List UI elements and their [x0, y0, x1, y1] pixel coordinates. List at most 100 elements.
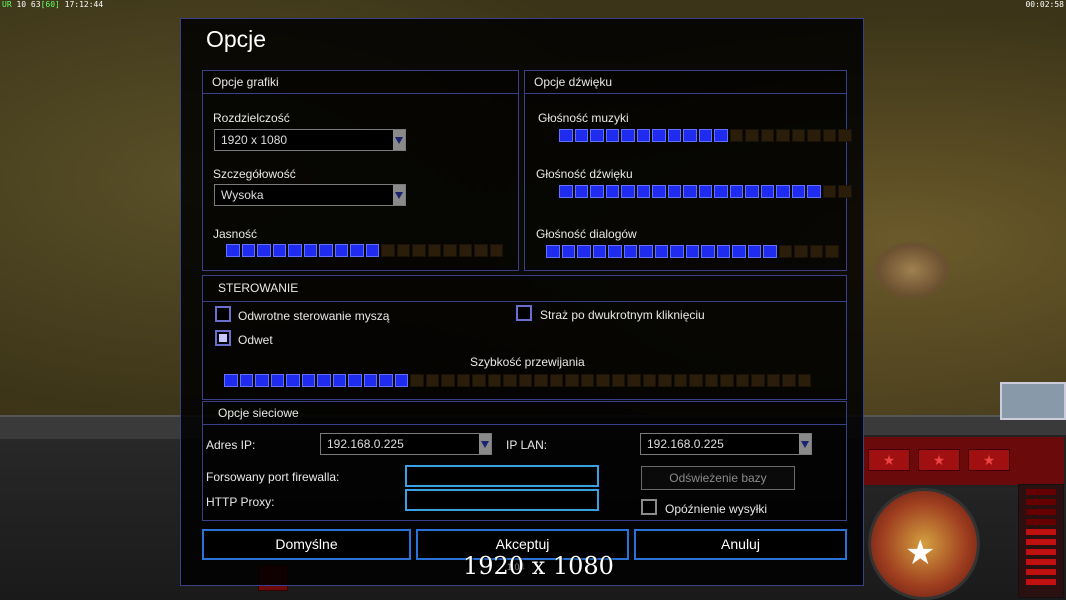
slider-segment[interactable]: [317, 374, 331, 387]
slider-segment[interactable]: [636, 129, 650, 142]
slider-segment[interactable]: [425, 374, 439, 387]
slider-segment[interactable]: [472, 374, 486, 387]
scroll-speed-slider[interactable]: [224, 374, 811, 387]
slider-segment[interactable]: [838, 129, 852, 142]
slider-segment[interactable]: [303, 244, 317, 257]
slider-segment[interactable]: [776, 129, 790, 142]
slider-segment[interactable]: [301, 374, 315, 387]
slider-segment[interactable]: [642, 374, 656, 387]
retaliation-checkbox[interactable]: [215, 330, 231, 346]
slider-segment[interactable]: [546, 245, 560, 258]
defaults-button[interactable]: Domyślne: [202, 529, 411, 560]
music-volume-slider[interactable]: [559, 129, 852, 142]
slider-segment[interactable]: [683, 129, 697, 142]
slider-segment[interactable]: [791, 185, 805, 198]
slider-segment[interactable]: [822, 129, 836, 142]
sfx-volume-slider[interactable]: [559, 185, 852, 198]
firewall-port-input[interactable]: [405, 465, 599, 487]
slider-segment[interactable]: [226, 244, 240, 257]
slider-segment[interactable]: [698, 185, 712, 198]
slider-segment[interactable]: [590, 129, 604, 142]
slider-segment[interactable]: [381, 244, 395, 257]
slider-segment[interactable]: [667, 185, 681, 198]
slider-segment[interactable]: [608, 245, 622, 258]
slider-segment[interactable]: [559, 129, 573, 142]
slider-segment[interactable]: [732, 245, 746, 258]
slider-segment[interactable]: [489, 244, 503, 257]
slider-segment[interactable]: [286, 374, 300, 387]
slider-segment[interactable]: [363, 374, 377, 387]
slider-segment[interactable]: [751, 374, 765, 387]
slider-segment[interactable]: [729, 129, 743, 142]
slider-segment[interactable]: [474, 244, 488, 257]
slider-segment[interactable]: [443, 244, 457, 257]
slider-segment[interactable]: [574, 185, 588, 198]
slider-segment[interactable]: [559, 185, 573, 198]
slider-segment[interactable]: [348, 374, 362, 387]
slider-segment[interactable]: [735, 374, 749, 387]
slider-segment[interactable]: [782, 374, 796, 387]
slider-segment[interactable]: [255, 374, 269, 387]
slider-segment[interactable]: [720, 374, 734, 387]
slider-segment[interactable]: [621, 129, 635, 142]
slider-segment[interactable]: [379, 374, 393, 387]
slider-segment[interactable]: [683, 185, 697, 198]
send-delay-checkbox[interactable]: [641, 499, 657, 515]
slider-segment[interactable]: [729, 185, 743, 198]
slider-segment[interactable]: [288, 244, 302, 257]
slider-segment[interactable]: [797, 374, 811, 387]
slider-segment[interactable]: [503, 374, 517, 387]
slider-segment[interactable]: [549, 374, 563, 387]
slider-segment[interactable]: [766, 374, 780, 387]
slider-segment[interactable]: [458, 244, 472, 257]
slider-segment[interactable]: [611, 374, 625, 387]
slider-segment[interactable]: [654, 245, 668, 258]
slider-segment[interactable]: [257, 244, 271, 257]
brightness-slider[interactable]: [226, 244, 503, 257]
slider-segment[interactable]: [714, 185, 728, 198]
dialog-volume-slider[interactable]: [546, 245, 839, 258]
slider-segment[interactable]: [704, 374, 718, 387]
chevron-down-icon[interactable]: [393, 185, 405, 205]
slider-segment[interactable]: [745, 185, 759, 198]
slider-segment[interactable]: [518, 374, 532, 387]
slider-segment[interactable]: [394, 374, 408, 387]
slider-segment[interactable]: [809, 245, 823, 258]
slider-segment[interactable]: [456, 374, 470, 387]
slider-segment[interactable]: [701, 245, 715, 258]
slider-segment[interactable]: [807, 129, 821, 142]
chevron-down-icon[interactable]: [393, 130, 405, 150]
slider-segment[interactable]: [776, 185, 790, 198]
slider-segment[interactable]: [714, 129, 728, 142]
slider-segment[interactable]: [689, 374, 703, 387]
slider-segment[interactable]: [427, 244, 441, 257]
slider-segment[interactable]: [716, 245, 730, 258]
refresh-database-button[interactable]: Odświeżenie bazy: [641, 466, 795, 490]
slider-segment[interactable]: [760, 129, 774, 142]
slider-segment[interactable]: [332, 374, 346, 387]
slider-segment[interactable]: [441, 374, 455, 387]
slider-segment[interactable]: [592, 245, 606, 258]
slider-segment[interactable]: [580, 374, 594, 387]
chevron-down-icon[interactable]: [479, 434, 491, 454]
slider-segment[interactable]: [825, 245, 839, 258]
lan-ip-dropdown[interactable]: 192.168.0.225: [640, 433, 812, 455]
slider-segment[interactable]: [667, 129, 681, 142]
slider-segment[interactable]: [487, 374, 501, 387]
slider-segment[interactable]: [396, 244, 410, 257]
slider-segment[interactable]: [224, 374, 238, 387]
slider-segment[interactable]: [673, 374, 687, 387]
slider-segment[interactable]: [791, 129, 805, 142]
slider-segment[interactable]: [778, 245, 792, 258]
slider-segment[interactable]: [350, 244, 364, 257]
guard-doubleclick-checkbox[interactable]: [516, 305, 532, 321]
detail-dropdown[interactable]: Wysoka: [214, 184, 406, 206]
http-proxy-input[interactable]: [405, 489, 599, 511]
slider-segment[interactable]: [412, 244, 426, 257]
slider-segment[interactable]: [241, 244, 255, 257]
slider-segment[interactable]: [561, 245, 575, 258]
slider-segment[interactable]: [639, 245, 653, 258]
slider-segment[interactable]: [838, 185, 852, 198]
slider-segment[interactable]: [605, 185, 619, 198]
ip-address-dropdown[interactable]: 192.168.0.225: [320, 433, 492, 455]
